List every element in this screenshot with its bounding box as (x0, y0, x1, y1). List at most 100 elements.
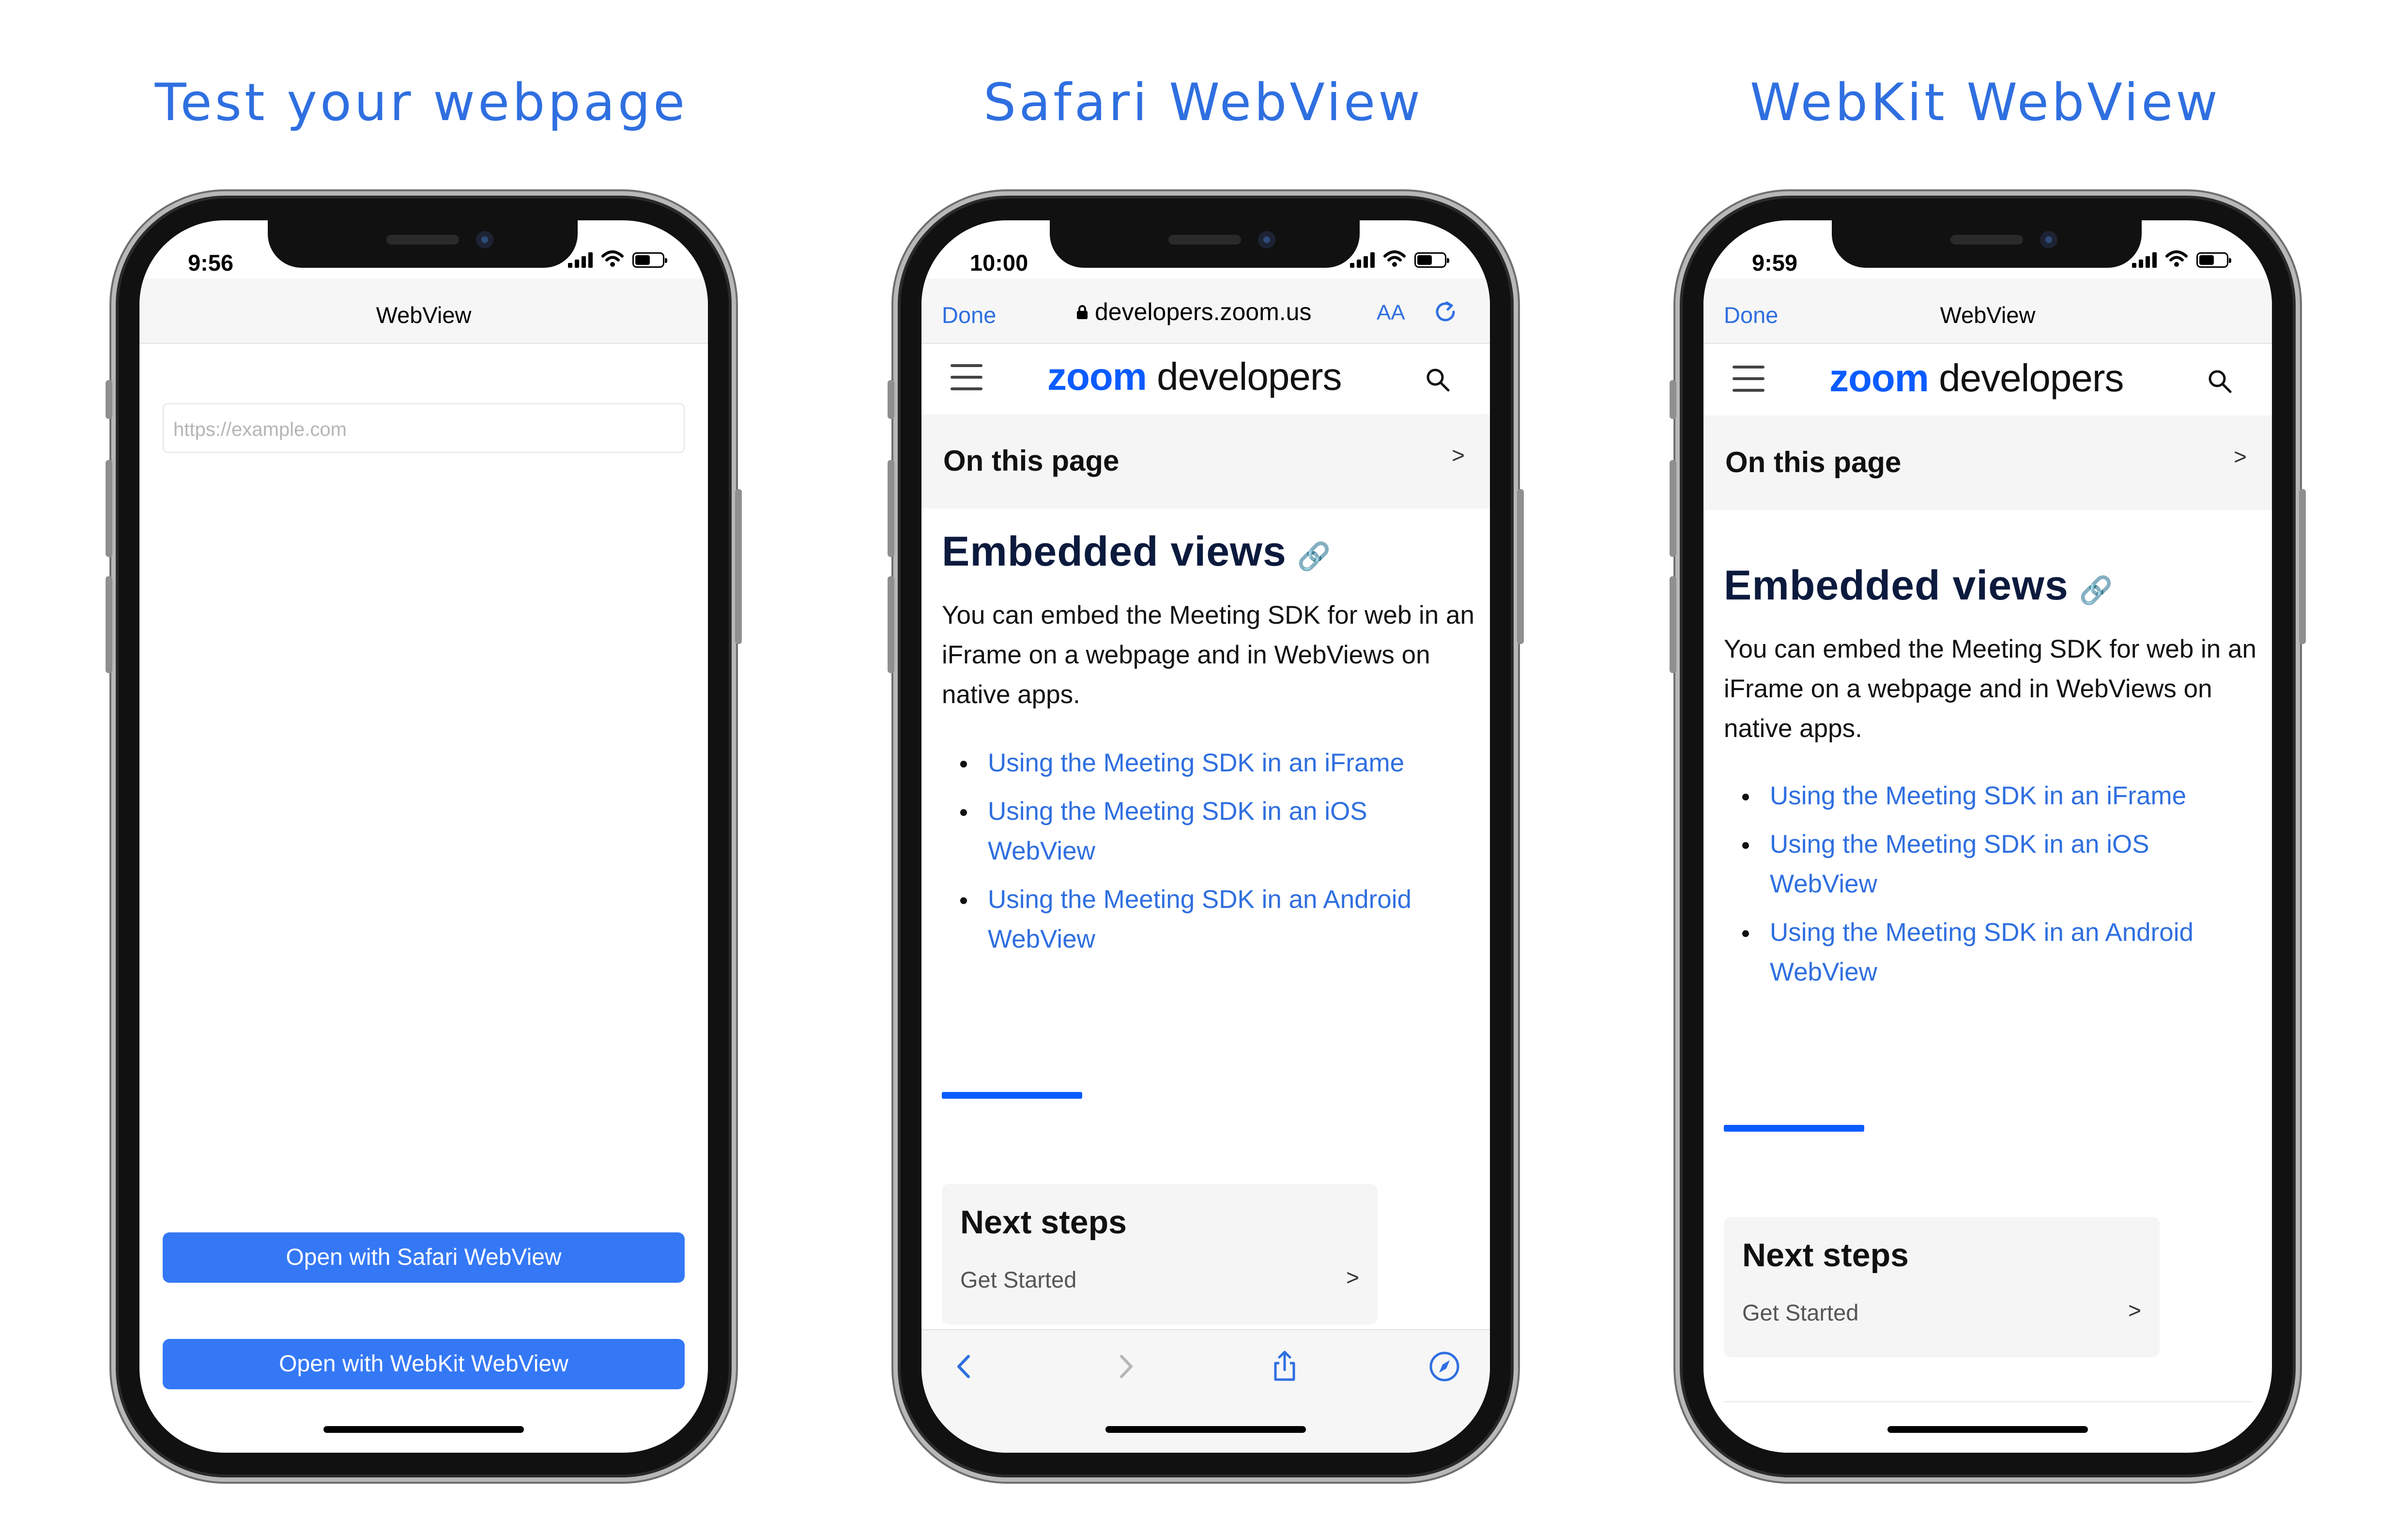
chevron-right-icon: > (1346, 1265, 1359, 1290)
done-button[interactable]: Done (942, 302, 996, 328)
compass-icon[interactable] (1427, 1350, 1461, 1383)
search-icon[interactable] (2207, 369, 2232, 394)
on-this-page-label: On this page (1725, 446, 1902, 478)
back-icon[interactable] (948, 1350, 982, 1383)
panel-webkit-webview: WebKit WebView 9:59 Done WebView zoom de… (1593, 0, 2377, 1536)
side-button (1670, 380, 1676, 419)
panel-heading: Safari WebView (983, 73, 1423, 132)
home-indicator[interactable] (1887, 1426, 2088, 1433)
share-icon[interactable] (1268, 1350, 1302, 1383)
signal-icon (568, 251, 593, 268)
side-button (106, 460, 112, 557)
on-this-page-label: On this page (943, 445, 1120, 477)
safari-nav-bar: Done developers.zoom.us AA (921, 278, 1490, 344)
link-ios-webview[interactable]: Using the Meeting SDK in an iOS WebView (942, 792, 1474, 871)
forward-icon[interactable] (1108, 1350, 1142, 1383)
phone-screen: 9:59 Done WebView zoom developers On thi… (1703, 220, 2272, 1453)
battery-icon (632, 252, 667, 268)
phone-screen: 10:00 Done developers.zoom.us AA zoom de… (921, 220, 1490, 1453)
link-android-webview[interactable]: Using the Meeting SDK in an Android WebV… (942, 880, 1474, 959)
next-steps-item: Get Started (960, 1267, 1077, 1292)
next-steps-item: Get Started (1742, 1300, 1859, 1325)
link-iframe[interactable]: Using the Meeting SDK in an iFrame (942, 743, 1474, 783)
link-icon[interactable]: 🔗 (1297, 540, 1332, 572)
side-button (2299, 489, 2306, 644)
signal-icon (1350, 251, 1375, 268)
side-button (1670, 460, 1676, 557)
panel-heading: WebKit WebView (1750, 73, 2221, 132)
camera-icon (2040, 231, 2057, 248)
side-button (106, 576, 112, 673)
chevron-right-icon: > (1452, 443, 1465, 468)
battery-icon (1414, 252, 1449, 268)
notch (268, 220, 578, 268)
page-title: Embedded views 🔗 (942, 528, 1332, 575)
open-webkit-webview-button[interactable]: Open with WebKit WebView (163, 1339, 685, 1389)
webkit-nav-bar: Done WebView (1703, 278, 2272, 344)
panel-safari-webview: Safari WebView 10:00 Done developers.zoo… (811, 0, 1595, 1536)
link-list: Using the Meeting SDK in an iFrame Using… (1724, 776, 2256, 1001)
menu-icon[interactable] (1733, 366, 1764, 392)
wifi-icon (2165, 250, 2188, 267)
intro-paragraph: You can embed the Meeting SDK for web in… (942, 601, 1474, 709)
link-iframe[interactable]: Using the Meeting SDK in an iFrame (1724, 776, 2256, 816)
next-steps-card[interactable]: Next steps Get Started > (942, 1184, 1378, 1324)
next-steps-title: Next steps (960, 1204, 1127, 1241)
next-steps-card[interactable]: Next steps Get Started > (1724, 1217, 2160, 1357)
link-list: Using the Meeting SDK in an iFrame Using… (942, 743, 1474, 968)
safari-toolbar (921, 1329, 1490, 1453)
nav-title: WebView (1940, 302, 2036, 328)
open-safari-webview-button[interactable]: Open with Safari WebView (163, 1232, 685, 1283)
on-this-page-toggle[interactable]: On this page > (921, 414, 1490, 508)
lock-icon (1077, 305, 1088, 319)
notch (1832, 220, 2142, 268)
side-button (106, 380, 112, 419)
side-button (888, 380, 894, 419)
section-divider (942, 1092, 1082, 1099)
link-ios-webview[interactable]: Using the Meeting SDK in an iOS WebView (1724, 825, 2256, 904)
nav-title: WebView (376, 302, 472, 328)
side-button (735, 489, 742, 644)
intro-paragraph: You can embed the Meeting SDK for web in… (1724, 635, 2256, 743)
camera-icon (476, 231, 493, 248)
zoom-developers-logo[interactable]: zoom developers (1047, 354, 1342, 399)
status-time: 10:00 (970, 250, 1028, 276)
panel-test-webpage: Test your webpage 9:56 WebView https://e… (29, 0, 813, 1536)
next-steps-title: Next steps (1742, 1237, 1909, 1274)
zoom-developers-logo[interactable]: zoom developers (1829, 356, 2124, 400)
url-display[interactable]: developers.zoom.us (1076, 298, 1311, 326)
home-indicator[interactable] (323, 1426, 524, 1433)
notch (1050, 220, 1360, 268)
battery-icon (2196, 252, 2231, 268)
camera-icon (1258, 231, 1275, 248)
chevron-right-icon: > (2128, 1298, 2141, 1323)
phone-screen: 9:56 WebView https://example.com Open wi… (139, 220, 708, 1453)
site-header: zoom developers (921, 344, 1490, 414)
site-header: zoom developers (1703, 345, 2272, 415)
side-button (888, 460, 894, 557)
nav-bar: WebView (139, 278, 708, 344)
panel-heading: Test your webpage (154, 73, 688, 132)
side-button (888, 576, 894, 673)
link-android-webview[interactable]: Using the Meeting SDK in an Android WebV… (1724, 913, 2256, 992)
link-icon[interactable]: 🔗 (2079, 574, 2114, 606)
page-title: Embedded views 🔗 (1724, 562, 2114, 609)
chevron-right-icon: > (2234, 444, 2247, 469)
url-input[interactable]: https://example.com (163, 403, 685, 453)
status-time: 9:56 (188, 250, 234, 276)
menu-icon[interactable] (951, 364, 982, 390)
text-size-button[interactable]: AA (1377, 301, 1405, 325)
side-button (1517, 489, 1524, 644)
signal-icon (2132, 251, 2157, 268)
on-this-page-toggle[interactable]: On this page > (1703, 415, 2272, 510)
home-indicator[interactable] (1105, 1426, 1306, 1433)
wifi-icon (1383, 250, 1406, 267)
wifi-icon (601, 250, 624, 267)
url-text: developers.zoom.us (1095, 298, 1312, 325)
reload-icon[interactable] (1432, 299, 1459, 325)
section-divider (1724, 1125, 1864, 1132)
divider (1724, 1401, 2252, 1402)
side-button (1670, 576, 1676, 673)
status-time: 9:59 (1752, 250, 1798, 276)
search-icon[interactable] (1425, 367, 1450, 392)
